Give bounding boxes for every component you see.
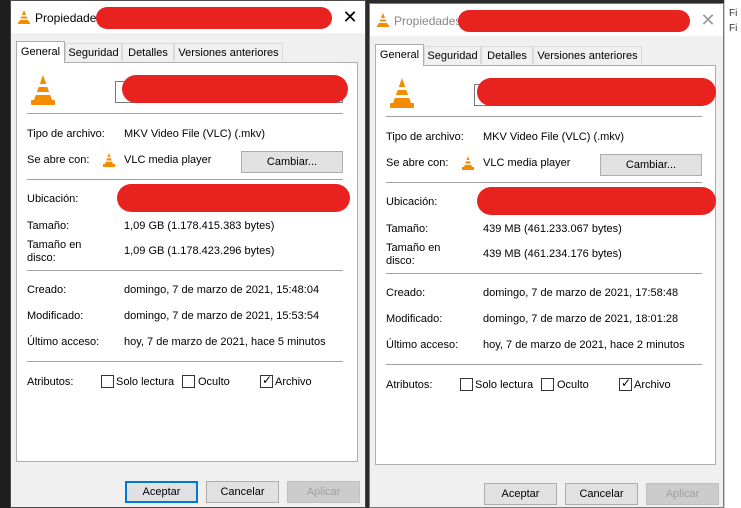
properties-dialog-right: Propiedades ✕ General Seguridad Detalles…: [369, 3, 724, 508]
hidden-checkbox[interactable]: [541, 378, 554, 391]
created-label: Creado:: [27, 284, 67, 296]
window-title: Propiedades: [35, 11, 103, 25]
archive-checkbox[interactable]: [260, 373, 273, 388]
divider: [27, 270, 343, 271]
ok-button[interactable]: Aceptar: [125, 481, 198, 503]
background-text: Fi: [729, 23, 738, 34]
divider: [27, 113, 343, 114]
redaction-mark: [122, 75, 348, 103]
tab-previous-versions[interactable]: Versiones anteriores: [533, 46, 642, 64]
window-title: Propiedades: [394, 14, 462, 28]
location-label: Ubicación:: [386, 196, 438, 208]
created-label: Creado:: [386, 287, 426, 299]
size-on-disk-label-line2: disco:: [386, 255, 415, 267]
close-button[interactable]: ✕: [335, 1, 365, 33]
file-type-value: MKV Video File (VLC) (.mkv): [483, 131, 624, 143]
divider: [386, 273, 702, 274]
modified-value: domingo, 7 de marzo de 2021, 18:01:28: [483, 313, 679, 325]
accessed-value: hoy, 7 de marzo de 2021, hace 2 minutos: [483, 339, 685, 351]
hidden-checkbox[interactable]: [182, 375, 195, 388]
properties-dialog-left: Propiedades ✕ General Seguridad Detalles…: [10, 0, 366, 508]
ok-button[interactable]: Aceptar: [484, 483, 557, 505]
redaction-mark: [458, 10, 690, 32]
created-value: domingo, 7 de marzo de 2021, 17:58:48: [483, 287, 679, 299]
readonly-checkbox[interactable]: [460, 378, 473, 391]
size-value: 439 MB (461.233.067 bytes): [483, 223, 622, 235]
size-on-disk-label-line2: disco:: [27, 252, 56, 264]
vlc-file-icon: [31, 75, 55, 105]
size-on-disk-label: Tamaño en: [386, 242, 441, 254]
readonly-label: Solo lectura: [475, 379, 534, 391]
accessed-label: Último acceso:: [27, 336, 100, 348]
change-button[interactable]: Cambiar...: [600, 154, 702, 176]
modified-label: Modificado:: [27, 310, 84, 322]
tab-details[interactable]: Detalles: [481, 46, 533, 64]
background-text: Fi: [729, 8, 738, 19]
hidden-label: Oculto: [557, 379, 589, 391]
vlc-file-icon: [390, 78, 414, 108]
size-label: Tamaño:: [27, 220, 70, 232]
file-type-value: MKV Video File (VLC) (.mkv): [124, 128, 265, 140]
opens-with-label: Se abre con:: [27, 154, 90, 166]
size-on-disk-value: 1,09 GB (1.178.423.296 bytes): [124, 245, 275, 257]
apply-button[interactable]: Aplicar: [646, 483, 719, 505]
opens-with-label: Se abre con:: [386, 157, 449, 169]
attributes-label: Atributos:: [386, 379, 433, 391]
size-on-disk-label: Tamaño en: [27, 239, 82, 251]
vlc-cone-icon: [377, 13, 389, 27]
general-tab-panel: Tipo de archivo: MKV Video File (VLC) (.…: [375, 65, 716, 465]
size-on-disk-value: 439 MB (461.234.176 bytes): [483, 248, 622, 260]
background-window-left: [0, 0, 10, 508]
created-value: domingo, 7 de marzo de 2021, 15:48:04: [124, 284, 320, 296]
archive-checkbox[interactable]: [619, 376, 632, 391]
title-bar[interactable]: Propiedades ✕: [11, 1, 365, 33]
change-button[interactable]: Cambiar...: [241, 151, 343, 173]
divider: [27, 179, 343, 180]
apply-button[interactable]: Aplicar: [287, 481, 360, 503]
divider: [386, 364, 702, 365]
redaction-mark: [477, 78, 716, 106]
size-label: Tamaño:: [386, 223, 429, 235]
modified-value: domingo, 7 de marzo de 2021, 15:53:54: [124, 310, 320, 322]
tab-security[interactable]: Seguridad: [424, 46, 481, 64]
vlc-cone-icon: [103, 153, 115, 167]
vlc-cone-icon: [462, 156, 474, 170]
cancel-button[interactable]: Cancelar: [565, 483, 638, 505]
tab-details[interactable]: Detalles: [122, 43, 174, 61]
divider: [386, 182, 702, 183]
redaction-mark: [477, 187, 716, 215]
opens-with-value: VLC media player: [483, 157, 571, 169]
accessed-label: Último acceso:: [386, 339, 459, 351]
file-type-label: Tipo de archivo:: [386, 131, 464, 143]
tab-general[interactable]: General: [16, 41, 65, 63]
tab-general[interactable]: General: [375, 44, 424, 66]
divider: [27, 361, 343, 362]
size-value: 1,09 GB (1.178.415.383 bytes): [124, 220, 275, 232]
divider: [386, 116, 702, 117]
modified-label: Modificado:: [386, 313, 443, 325]
readonly-checkbox[interactable]: [101, 375, 114, 388]
redaction-mark: [117, 184, 350, 212]
close-button[interactable]: ✕: [693, 4, 723, 36]
redaction-mark: [96, 7, 332, 29]
tab-previous-versions[interactable]: Versiones anteriores: [174, 43, 283, 61]
accessed-value: hoy, 7 de marzo de 2021, hace 5 minutos: [124, 336, 326, 348]
general-tab-panel: Tipo de archivo: MKV Video File (VLC) (.…: [16, 62, 358, 462]
archive-label: Archivo: [634, 379, 671, 391]
file-type-label: Tipo de archivo:: [27, 128, 105, 140]
background-window-right: Fi Fi: [724, 0, 741, 508]
readonly-label: Solo lectura: [116, 376, 175, 388]
hidden-label: Oculto: [198, 376, 230, 388]
cancel-button[interactable]: Cancelar: [206, 481, 279, 503]
archive-label: Archivo: [275, 376, 312, 388]
title-bar[interactable]: Propiedades ✕: [370, 4, 723, 36]
vlc-cone-icon: [18, 10, 30, 24]
location-label: Ubicación:: [27, 193, 79, 205]
tab-security[interactable]: Seguridad: [65, 43, 122, 61]
attributes-label: Atributos:: [27, 376, 74, 388]
opens-with-value: VLC media player: [124, 154, 212, 166]
